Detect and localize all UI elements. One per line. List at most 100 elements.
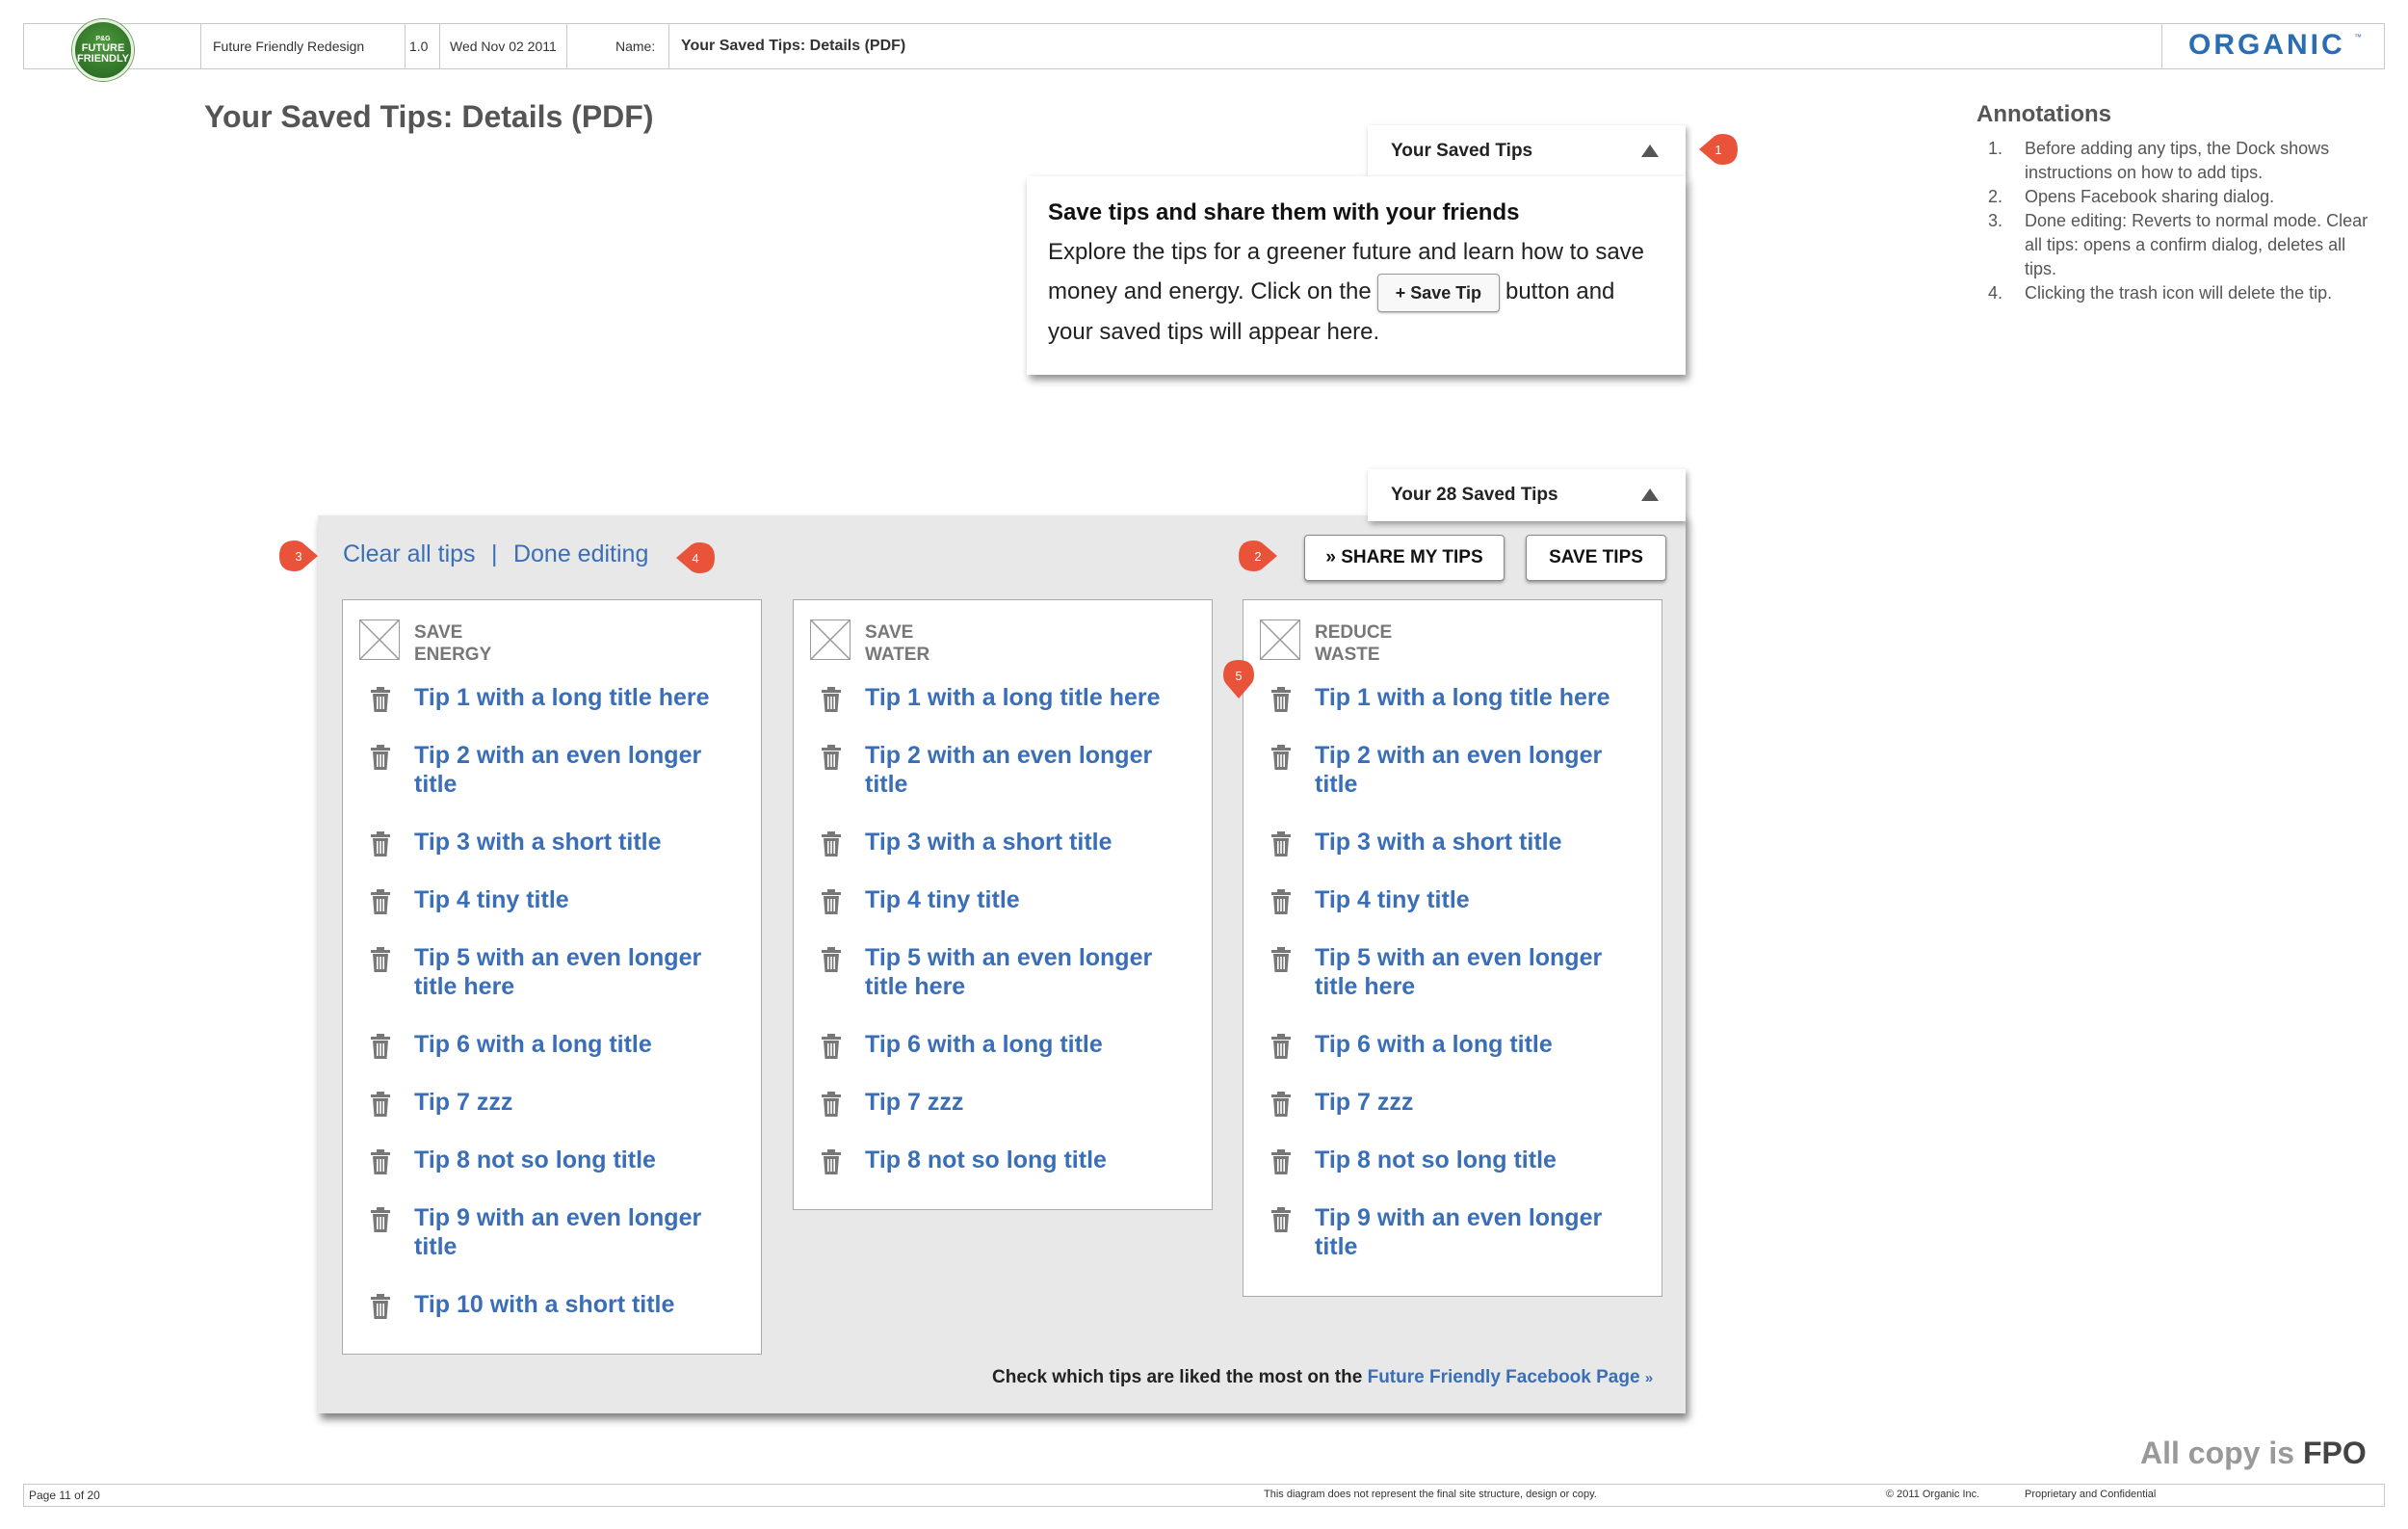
dock-tab-empty[interactable]: Your Saved Tips xyxy=(1368,125,1686,177)
done-editing-link[interactable]: Done editing xyxy=(513,540,648,567)
annotation-text: Done editing: Reverts to normal mode. Cl… xyxy=(2025,211,2369,278)
saved-tip-item: Tip 1 with a long title here xyxy=(1270,683,1636,713)
save-tips-button[interactable]: SAVE TIPS xyxy=(1526,535,1666,581)
clear-all-tips-link[interactable]: Clear all tips xyxy=(343,540,476,567)
tip-title-link[interactable]: Tip 6 with a long title xyxy=(865,1030,1103,1060)
annotation-marker-4: 4 xyxy=(674,540,717,575)
category-image-placeholder-icon xyxy=(810,620,851,660)
saved-tip-item: Tip 5 with an even longer title here xyxy=(1270,943,1636,1001)
tip-title-link[interactable]: Tip 4 tiny title xyxy=(865,885,1020,915)
trash-icon[interactable] xyxy=(821,1033,844,1060)
annotations-title: Annotations xyxy=(1976,101,2111,127)
tip-title-link[interactable]: Tip 9 with an even longer title xyxy=(1315,1203,1636,1261)
category-name-line1: REDUCE xyxy=(1315,622,1393,643)
tip-title-link[interactable]: Tip 7 zzz xyxy=(414,1088,512,1118)
trash-icon[interactable] xyxy=(821,1148,844,1175)
trash-icon[interactable] xyxy=(821,744,844,771)
trash-icon[interactable] xyxy=(1270,1091,1294,1118)
trash-icon[interactable] xyxy=(370,946,393,973)
trash-icon[interactable] xyxy=(370,830,393,857)
trash-icon[interactable] xyxy=(370,1091,393,1118)
tip-category-column: SAVE ENERGY Tip 1 with a long title here Ti… xyxy=(342,599,762,1355)
trash-icon[interactable] xyxy=(370,744,393,771)
share-my-tips-button[interactable]: » SHARE MY TIPS xyxy=(1304,535,1505,581)
trash-icon[interactable] xyxy=(821,830,844,857)
tip-title-link[interactable]: Tip 2 with an even longer title xyxy=(865,741,1187,799)
saved-tip-item: Tip 8 not so long title xyxy=(1270,1146,1636,1175)
collapse-arrow-icon[interactable] xyxy=(1641,488,1659,501)
marker-number: 1 xyxy=(1714,142,1722,157)
annotation-text: Before adding any tips, the Dock shows i… xyxy=(2025,139,2330,182)
tip-title-link[interactable]: Tip 1 with a long title here xyxy=(865,683,1161,713)
tip-title-link[interactable]: Tip 6 with a long title xyxy=(414,1030,652,1060)
tip-title-link[interactable]: Tip 3 with a short title xyxy=(1315,828,1562,857)
tip-title-link[interactable]: Tip 5 with an even longer title here xyxy=(414,943,736,1001)
trash-icon[interactable] xyxy=(1270,888,1294,915)
empty-dock-popup: Save tips and share them with your frien… xyxy=(1027,176,1686,375)
trash-icon[interactable] xyxy=(1270,1148,1294,1175)
save-tip-button[interactable]: + Save Tip xyxy=(1376,273,1500,312)
project-name: Future Friendly Redesign xyxy=(213,39,365,54)
date-text: Wed Nov 02 2011 xyxy=(450,39,557,54)
tip-title-link[interactable]: Tip 7 zzz xyxy=(865,1088,963,1118)
annotation-text: Clicking the trash icon will delete the … xyxy=(2025,283,2333,303)
trash-icon[interactable] xyxy=(370,888,393,915)
trash-icon[interactable] xyxy=(1270,946,1294,973)
trash-icon[interactable] xyxy=(1270,830,1294,857)
saved-tip-item: Tip 5 with an even longer title here xyxy=(370,943,736,1001)
dock-tab-saved[interactable]: Your 28 Saved Tips xyxy=(1368,469,1686,521)
tip-title-link[interactable]: Tip 3 with a short title xyxy=(414,828,662,857)
tip-title-link[interactable]: Tip 7 zzz xyxy=(1315,1088,1413,1118)
annotation-marker-3: 3 xyxy=(277,539,320,573)
category-name: REDUCE WASTE xyxy=(1315,621,1488,666)
header-project: Future Friendly Redesign xyxy=(200,23,405,69)
trash-icon[interactable] xyxy=(1270,744,1294,771)
trash-icon[interactable] xyxy=(370,1293,393,1320)
tip-title-link[interactable]: Tip 1 with a long title here xyxy=(1315,683,1610,713)
trash-icon[interactable] xyxy=(1270,1033,1294,1060)
trash-icon[interactable] xyxy=(1270,686,1294,713)
saved-tip-item: Tip 2 with an even longer title xyxy=(821,741,1187,799)
dock-top-links: Clear all tips | Done editing xyxy=(343,540,648,568)
facebook-page-link[interactable]: Future Friendly Facebook Page » xyxy=(1368,1367,1654,1387)
tip-title-link[interactable]: Tip 4 tiny title xyxy=(1315,885,1470,915)
tip-title-link[interactable]: Tip 8 not so long title xyxy=(1315,1146,1557,1175)
tip-title-link[interactable]: Tip 2 with an even longer title xyxy=(1315,741,1636,799)
footer-text: Check which tips are liked the most on t… xyxy=(992,1367,1363,1387)
trash-icon[interactable] xyxy=(370,1033,393,1060)
annotations-list: 1. Before adding any tips, the Dock shows… xyxy=(1988,137,2373,305)
tip-title-link[interactable]: Tip 3 with a short title xyxy=(865,828,1112,857)
trash-icon[interactable] xyxy=(821,888,844,915)
tip-title-link[interactable]: Tip 6 with a long title xyxy=(1315,1030,1553,1060)
tip-title-link[interactable]: Tip 10 with a short title xyxy=(414,1290,674,1320)
dock-tab-label: Your 28 Saved Tips xyxy=(1391,485,1558,505)
category-name-line2: ENERGY xyxy=(414,645,492,665)
trash-icon[interactable] xyxy=(1270,1206,1294,1233)
collapse-arrow-icon[interactable] xyxy=(1641,145,1659,157)
trash-icon[interactable] xyxy=(370,686,393,713)
facebook-link-text[interactable]: Future Friendly Facebook Page xyxy=(1368,1367,1640,1387)
fpo-note: All copy is FPO xyxy=(2140,1436,2367,1471)
annotation-marker-5: 5 xyxy=(1221,658,1256,700)
tip-category-column: SAVE WATER Tip 1 with a long title here Tip… xyxy=(793,599,1213,1210)
tip-title-link[interactable]: Tip 2 with an even longer title xyxy=(414,741,736,799)
header-version: 1.0 xyxy=(405,23,439,69)
trash-icon[interactable] xyxy=(821,686,844,713)
popup-text: Explore the tips for a greener future an… xyxy=(1048,232,1664,352)
annotation-num: 3. xyxy=(1988,211,2003,230)
trash-icon[interactable] xyxy=(821,1091,844,1118)
tip-title-link[interactable]: Tip 5 with an even longer title here xyxy=(865,943,1187,1001)
trash-icon[interactable] xyxy=(821,946,844,973)
category-name-line2: WASTE xyxy=(1315,645,1380,665)
brand-trademark: ™ xyxy=(2354,33,2362,41)
saved-tip-item: Tip 1 with a long title here xyxy=(821,683,1187,713)
tip-title-link[interactable]: Tip 8 not so long title xyxy=(414,1146,656,1175)
tip-title-link[interactable]: Tip 9 with an even longer title xyxy=(414,1203,736,1261)
trash-icon[interactable] xyxy=(370,1148,393,1175)
tip-title-link[interactable]: Tip 1 with a long title here xyxy=(414,683,710,713)
tip-title-link[interactable]: Tip 4 tiny title xyxy=(414,885,569,915)
trash-icon[interactable] xyxy=(370,1206,393,1233)
link-separator: | xyxy=(491,540,498,567)
tip-title-link[interactable]: Tip 8 not so long title xyxy=(865,1146,1107,1175)
tip-title-link[interactable]: Tip 5 with an even longer title here xyxy=(1315,943,1636,1001)
